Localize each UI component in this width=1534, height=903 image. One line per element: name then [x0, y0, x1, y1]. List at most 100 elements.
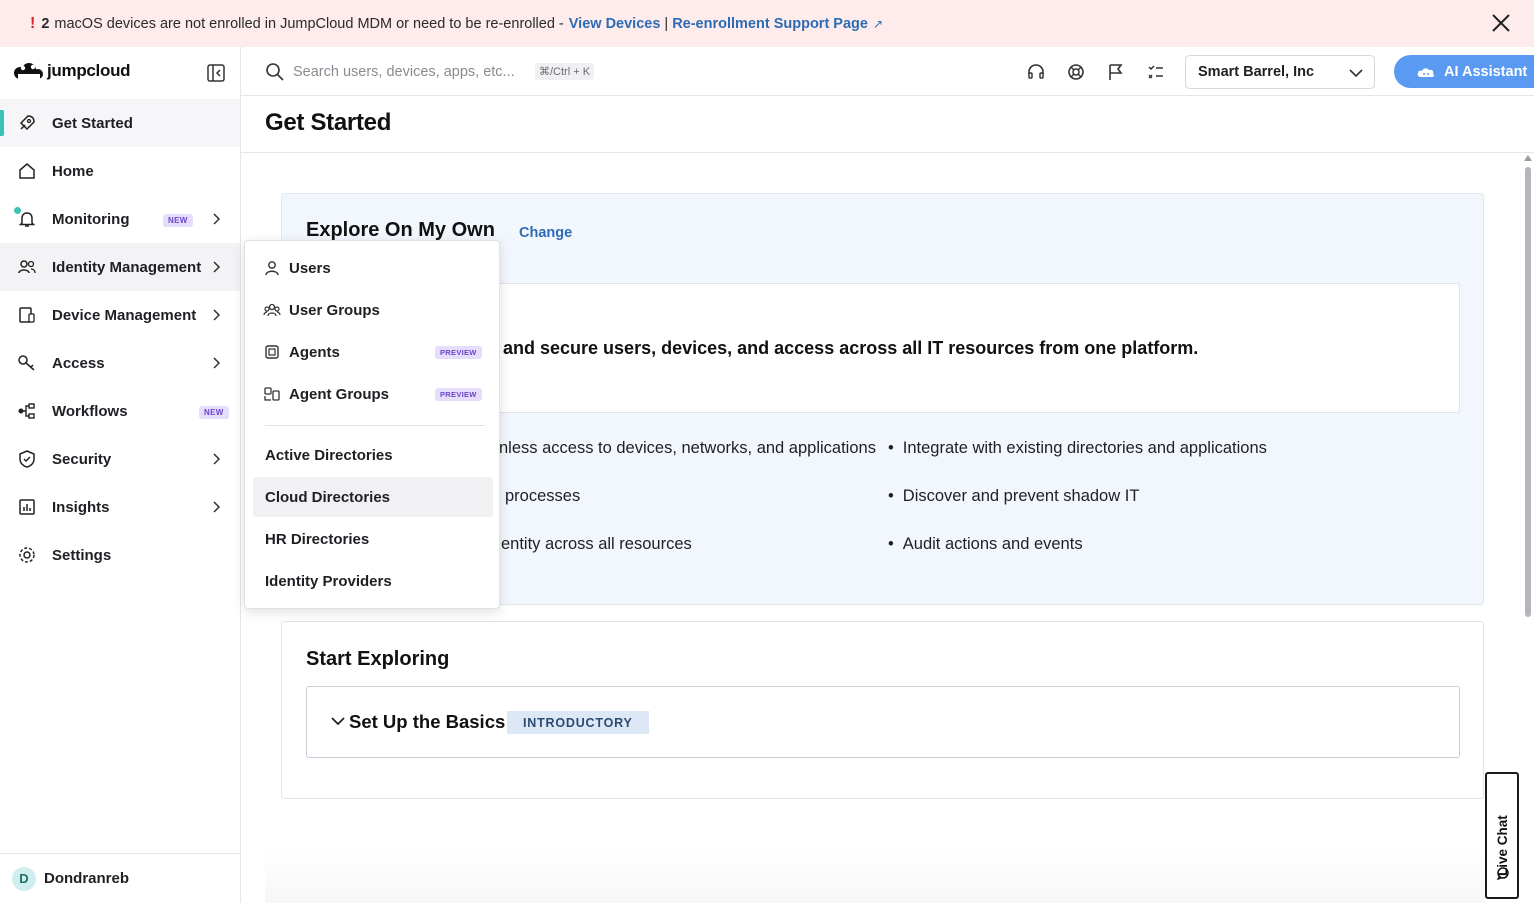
flyout-item-label: Users [289, 259, 331, 277]
chevron-right-icon [213, 213, 221, 225]
sidebar-item-security[interactable]: Security [0, 435, 240, 483]
chevron-down-icon [1349, 69, 1363, 78]
title-divider [241, 152, 1534, 153]
flyout-item-label: Agents [289, 343, 340, 361]
flyout-item-identity-providers[interactable]: Identity Providers [253, 561, 493, 601]
search-input[interactable] [293, 60, 533, 84]
flyout-item-label: User Groups [289, 301, 380, 319]
introductory-badge: INTRODUCTORY [507, 711, 649, 734]
live-chat-button[interactable]: Live Chat [1485, 772, 1519, 899]
flyout-item-label: Identity Providers [265, 572, 392, 590]
bell-icon [14, 207, 37, 229]
chevron-right-icon [213, 309, 221, 321]
search-icon [266, 63, 284, 81]
sidebar-item-home[interactable]: Home [0, 147, 240, 195]
ai-cloud-icon [1417, 67, 1435, 77]
page-title: Get Started [265, 109, 392, 136]
alert-icon: ! [30, 14, 36, 32]
bullet-left-3: entity across all resources [501, 535, 692, 553]
preview-badge: PREVIEW [435, 346, 482, 359]
banner-message: macOS devices are not enrolled in JumpCl… [54, 15, 564, 32]
start-exploring-title: Start Exploring [306, 648, 450, 670]
sidebar-item-label: Home [52, 162, 94, 180]
enrollment-banner: ! 2 macOS devices are not enrolled in Ju… [0, 0, 1534, 47]
banner-count: 2 [41, 15, 50, 32]
chevron-right-icon [213, 261, 221, 273]
bullet-left-2: processes [505, 487, 581, 505]
user-icon [265, 261, 279, 276]
gear-icon [19, 547, 35, 563]
sidebar-item-identity-management[interactable]: Identity Management [0, 243, 240, 291]
sidebar-item-settings[interactable]: Settings [0, 531, 240, 579]
new-badge: NEW [199, 406, 229, 419]
change-link[interactable]: Change [519, 225, 572, 241]
sidebar-item-monitoring[interactable]: Monitoring NEW [0, 195, 240, 243]
flag-icon[interactable] [1106, 62, 1126, 82]
key-icon [18, 355, 35, 371]
chevron-down-icon [331, 717, 345, 726]
scroll-up-arrow-icon[interactable] [1524, 155, 1532, 161]
flyout-item-agent-groups[interactable]: Agent Groups PREVIEW [253, 374, 493, 414]
sidebar-item-device-management[interactable]: Device Management [0, 291, 240, 339]
flyout-item-label: Cloud Directories [265, 488, 391, 506]
headset-icon[interactable] [1026, 62, 1046, 82]
users-icon [18, 260, 36, 274]
bullet-right-1: Integrate with existing directories and … [888, 439, 1267, 458]
sidebar-item-label: Identity Management [52, 258, 202, 276]
user-group-icon [263, 303, 281, 317]
workflow-icon [18, 403, 35, 419]
flyout-item-agents[interactable]: Agents PREVIEW [253, 332, 493, 372]
sidebar-item-access[interactable]: Access [0, 339, 240, 387]
sidebar-item-label: Settings [52, 546, 112, 564]
start-exploring-panel: Start Exploring Set Up the Basics INTROD… [281, 621, 1484, 799]
shield-icon [19, 450, 35, 468]
chevron-right-icon [213, 453, 221, 465]
new-badge: NEW [163, 214, 193, 227]
bullet-left-1: nless access to devices, networks, and a… [499, 439, 876, 457]
avatar: D [12, 866, 36, 891]
rocket-icon [19, 115, 35, 131]
sidebar-item-label: Access [52, 354, 105, 372]
bullet-text: Integrate with existing directories and … [902, 439, 1267, 457]
flyout-item-user-groups[interactable]: User Groups [253, 290, 493, 330]
notification-dot [14, 207, 21, 214]
live-chat-label: Live Chat [1495, 815, 1510, 876]
flyout-item-hr-directories[interactable]: HR Directories [253, 519, 493, 559]
flyout-item-label: Active Directories [265, 446, 393, 464]
chevron-right-icon [213, 501, 221, 513]
flyout-item-users[interactable]: Users [253, 248, 493, 288]
sidebar-item-get-started[interactable]: Get Started [0, 99, 240, 147]
close-icon[interactable] [1490, 12, 1512, 34]
sidebar-item-label: Security [52, 450, 112, 468]
external-link-icon: ↗ [872, 16, 884, 31]
home-icon [19, 163, 35, 179]
setup-basics-title: Set Up the Basics [349, 711, 506, 732]
flyout-item-active-directories[interactable]: Active Directories [253, 435, 493, 475]
scrollbar[interactable] [1524, 155, 1532, 903]
support-lifebuoy-icon[interactable] [1066, 62, 1086, 82]
setup-basics-accordion[interactable]: Set Up the Basics INTRODUCTORY [306, 686, 1460, 758]
bullet-right-3: Audit actions and events [888, 535, 1083, 554]
sidebar: jumpcloud Get Started Home Monitoring NE… [0, 47, 241, 903]
scrollbar-thumb[interactable] [1525, 167, 1531, 617]
sidebar-item-workflows[interactable]: Workflows NEW [0, 387, 240, 435]
chevron-right-icon [213, 357, 221, 369]
top-header: ⌘/Ctrl + K Smart Barrel, Inc AI Assistan… [241, 47, 1534, 96]
decorative-illustration [265, 850, 1485, 903]
collapse-sidebar-icon[interactable] [206, 63, 226, 83]
flyout-item-cloud-directories[interactable]: Cloud Directories [253, 477, 493, 517]
support-page-link[interactable]: Re-enrollment Support Page [672, 16, 868, 32]
ai-assistant-button[interactable]: AI Assistant [1394, 55, 1534, 88]
sidebar-item-label: Get Started [52, 114, 133, 132]
devices-icon [19, 307, 35, 323]
agent-group-icon [264, 387, 280, 401]
user-profile[interactable]: D Dondranreb [0, 853, 240, 903]
organization-select[interactable]: Smart Barrel, Inc [1185, 55, 1375, 89]
brand-name: jumpcloud [47, 61, 131, 80]
flyout-divider [265, 425, 485, 426]
explore-title: Explore On My Own [306, 219, 495, 241]
logo[interactable]: jumpcloud [12, 61, 131, 81]
checklist-icon[interactable] [1146, 62, 1166, 82]
sidebar-item-insights[interactable]: Insights [0, 483, 240, 531]
view-devices-link[interactable]: View Devices [569, 16, 661, 32]
